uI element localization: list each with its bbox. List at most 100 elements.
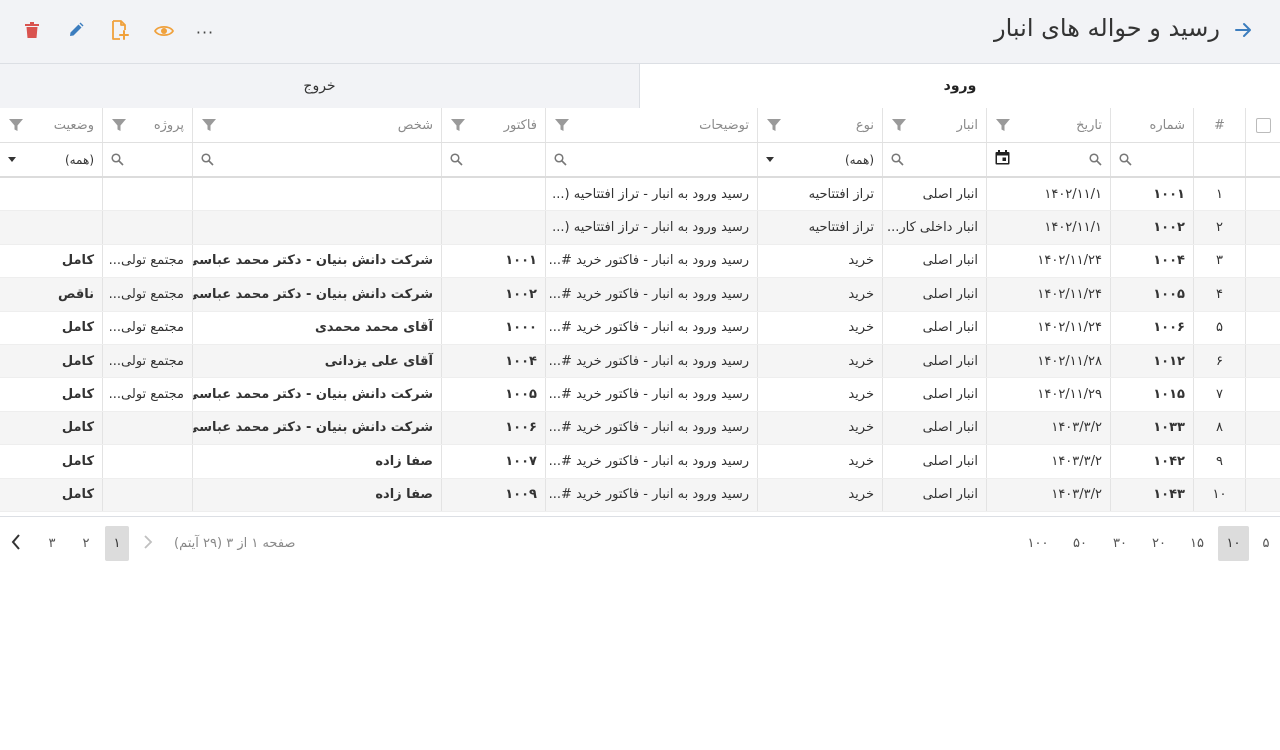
edit-button[interactable]: [58, 14, 94, 50]
row-number-link[interactable]: ۱۰۰۶: [1110, 311, 1193, 344]
row-number-link[interactable]: ۱۰۰۴: [1110, 244, 1193, 278]
table-row[interactable]: ۱۰ ۱۰۴۳ ۱۴۰۳/۳/۲ انبار اصلی خرید رسید ور…: [0, 478, 1280, 512]
page-size-5[interactable]: ۵: [1255, 526, 1277, 561]
tab-exit[interactable]: خروج: [0, 64, 640, 108]
select-all-checkbox[interactable]: [1255, 117, 1271, 133]
filter-icon[interactable]: [891, 117, 907, 133]
table-row[interactable]: ۵ ۱۰۰۶ ۱۴۰۲/۱۱/۲۴ انبار اصلی خرید رسید و…: [0, 311, 1280, 345]
view-button[interactable]: [146, 14, 182, 50]
page-size-15[interactable]: ۱۵: [1183, 526, 1211, 561]
search-icon: [891, 153, 904, 166]
row-index: ۲: [1193, 211, 1245, 244]
page-size-20[interactable]: ۲۰: [1145, 526, 1173, 561]
column-header-number[interactable]: شماره: [1110, 108, 1193, 142]
table-row[interactable]: ۱ ۱۰۰۱ ۱۴۰۲/۱۱/۱ انبار اصلی تراز افتتاحی…: [0, 178, 1280, 212]
row-number-link[interactable]: ۱۰۰۵: [1110, 278, 1193, 311]
table-row[interactable]: ۷ ۱۰۱۵ ۱۴۰۲/۱۱/۲۹ انبار اصلی خرید رسید و…: [0, 378, 1280, 412]
row-invoice-link[interactable]: ۱۰۰۴: [441, 344, 545, 378]
filter-project-input[interactable]: [102, 143, 192, 176]
row-number-link[interactable]: ۱۰۱۲: [1110, 344, 1193, 378]
column-header-type[interactable]: نوع: [757, 108, 882, 142]
table-row[interactable]: ۴ ۱۰۰۵ ۱۴۰۲/۱۱/۲۴ انبار اصلی خرید رسید و…: [0, 278, 1280, 312]
select-all-checkbox-cell[interactable]: [1245, 108, 1280, 142]
row-person-link[interactable]: صفا زاده: [192, 445, 441, 478]
table-row[interactable]: ۹ ۱۰۴۲ ۱۴۰۳/۳/۲ انبار اصلی خرید رسید ورو…: [0, 445, 1280, 479]
row-number-link[interactable]: ۱۰۴۲: [1110, 445, 1193, 478]
column-header-person-label: شخص: [397, 117, 433, 133]
row-invoice-link[interactable]: [441, 178, 545, 211]
column-header-warehouse[interactable]: انبار: [882, 108, 986, 142]
row-number-link[interactable]: ۱۰۳۳: [1110, 411, 1193, 445]
row-invoice-link[interactable]: ۱۰۰۹: [441, 478, 545, 511]
filter-type-select[interactable]: (همه): [757, 143, 882, 176]
filter-person-input[interactable]: [192, 143, 441, 176]
table-row[interactable]: ۸ ۱۰۳۳ ۱۴۰۳/۳/۲ انبار اصلی خرید رسید ورو…: [0, 411, 1280, 446]
page-size-30[interactable]: ۳۰: [1106, 526, 1134, 561]
filter-warehouse-input[interactable]: [882, 143, 986, 176]
filter-icon[interactable]: [554, 117, 570, 133]
filter-date-input[interactable]: [986, 143, 1110, 176]
page-size-50[interactable]: ۵۰: [1066, 526, 1094, 561]
more-options-button[interactable]: ···: [190, 14, 220, 50]
pencil-icon: [68, 22, 84, 42]
row-number-link[interactable]: ۱۰۱۵: [1110, 378, 1193, 411]
row-invoice-link[interactable]: ۱۰۰۵: [441, 378, 545, 411]
filter-icon[interactable]: [995, 117, 1011, 133]
row-number-link[interactable]: ۱۰۴۳: [1110, 478, 1193, 511]
row-person-link[interactable]: صفا زاده: [192, 478, 441, 511]
filter-icon[interactable]: [111, 117, 127, 133]
row-invoice-link[interactable]: ۱۰۰۰: [441, 311, 545, 344]
row-type: خرید: [757, 445, 882, 478]
row-invoice-link[interactable]: [441, 211, 545, 244]
next-page-button[interactable]: [4, 526, 28, 561]
prev-page-button[interactable]: [136, 526, 160, 561]
row-type: تراز افتتاحیه: [757, 178, 882, 211]
delete-button[interactable]: [14, 14, 50, 50]
page-size-100[interactable]: ۱۰۰: [1022, 526, 1054, 561]
page-button-1[interactable]: ۱: [105, 526, 129, 561]
filter-invoice-input[interactable]: [441, 143, 545, 176]
add-document-button[interactable]: [102, 14, 138, 50]
row-number-link[interactable]: ۱۰۰۱: [1110, 178, 1193, 211]
row-invoice-link[interactable]: ۱۰۰۷: [441, 445, 545, 478]
row-person-link[interactable]: [192, 211, 441, 244]
search-icon: [554, 153, 567, 166]
filter-icon[interactable]: [8, 117, 24, 133]
row-person-link[interactable]: شرکت دانش بنیان - دکتر محمد عباسی: [192, 278, 441, 311]
column-header-project[interactable]: پروژه: [102, 108, 192, 142]
row-number-link[interactable]: ۱۰۰۲: [1110, 211, 1193, 244]
row-invoice-link[interactable]: ۱۰۰۶: [441, 411, 545, 445]
tab-enter[interactable]: ورود: [640, 64, 1280, 108]
column-header-date[interactable]: تاریخ: [986, 108, 1110, 142]
row-invoice-link[interactable]: ۱۰۰۱: [441, 244, 545, 278]
row-person-link[interactable]: [192, 178, 441, 211]
column-header-person[interactable]: شخص: [192, 108, 441, 142]
column-header-description[interactable]: توضیحات: [545, 108, 757, 142]
filter-status-select[interactable]: (همه): [0, 143, 102, 176]
filter-icon[interactable]: [201, 117, 217, 133]
column-header-invoice[interactable]: فاکتور: [441, 108, 545, 142]
row-person-link[interactable]: شرکت دانش بنیان - دکتر محمد عباسی: [192, 411, 441, 445]
filter-number-input[interactable]: [1110, 143, 1193, 176]
table-row[interactable]: ۳ ۱۰۰۴ ۱۴۰۲/۱۱/۲۴ انبار اصلی خرید رسید و…: [0, 244, 1280, 279]
row-index: ۸: [1193, 411, 1245, 445]
filter-icon[interactable]: [450, 117, 466, 133]
row-person-link[interactable]: آقای علی یزدانی: [192, 344, 441, 378]
row-date: ۱۴۰۲/۱۱/۲۴: [986, 311, 1110, 344]
row-person-link[interactable]: آقای محمد محمدی: [192, 311, 441, 344]
column-header-status[interactable]: وضعیت: [0, 108, 102, 142]
page-button-2[interactable]: ۲: [74, 526, 98, 561]
row-warehouse: انبار اصلی: [882, 344, 986, 378]
filter-description-input[interactable]: [545, 143, 757, 176]
filter-icon[interactable]: [766, 117, 782, 133]
row-description: رسید ورود به انبار - فاکتور خرید #...: [545, 378, 757, 411]
row-person-link[interactable]: شرکت دانش بنیان - دکتر محمد عباسی: [192, 244, 441, 278]
row-person-link[interactable]: شرکت دانش بنیان - دکتر محمد عباسی: [192, 378, 441, 411]
row-invoice-link[interactable]: ۱۰۰۲: [441, 278, 545, 311]
page-button-3[interactable]: ۳: [40, 526, 64, 561]
back-button[interactable]: [1230, 18, 1258, 46]
page-size-10[interactable]: ۱۰: [1218, 526, 1249, 561]
calendar-icon[interactable]: [995, 150, 1010, 169]
table-row[interactable]: ۲ ۱۰۰۲ ۱۴۰۲/۱۱/۱ انبار داخلی کار... تراز…: [0, 211, 1280, 245]
table-row[interactable]: ۶ ۱۰۱۲ ۱۴۰۲/۱۱/۲۸ انبار اصلی خرید رسید و…: [0, 344, 1280, 379]
